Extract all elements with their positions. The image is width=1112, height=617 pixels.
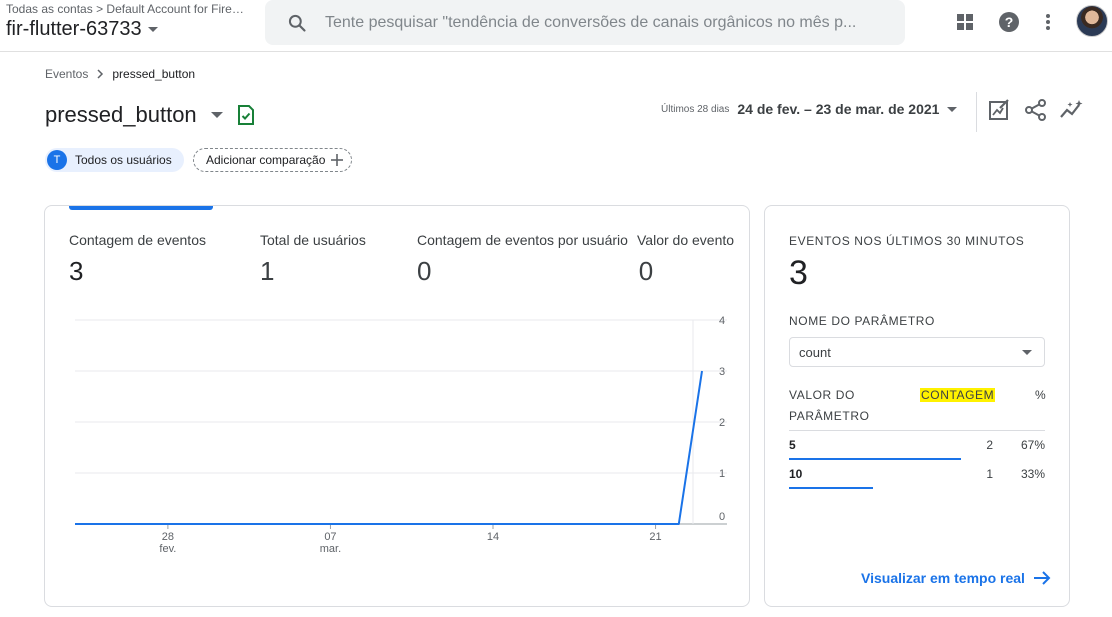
y-tick-label: 0 [719, 511, 725, 523]
breadcrumb-parent[interactable]: Eventos [45, 67, 88, 81]
row-count: 1 [986, 467, 993, 481]
date-range-label: Últimos 28 dias [661, 103, 730, 115]
x-tick-label: 21 [649, 531, 661, 543]
svg-text:?: ? [1005, 14, 1014, 30]
row-percent: 33% [1020, 467, 1045, 481]
property-name: fir-flutter-63733 [6, 18, 142, 40]
chevron-right-icon [97, 69, 104, 79]
avatar[interactable] [1076, 5, 1108, 37]
column-header-line: VALOR DO [789, 388, 855, 402]
verified-report-icon[interactable] [237, 105, 255, 125]
y-tick-label: 1 [719, 468, 725, 480]
param-name-label: NOME DO PARÂMETRO [789, 314, 935, 328]
date-range-value: 24 de fev. – 23 de mar. de 2021 [737, 101, 940, 117]
breadcrumb-root[interactable]: Todas as contas [6, 2, 93, 16]
event-count-line-chart: 0 1 2 3 4 28fev. 07mar. 14 21 [75, 315, 727, 555]
row-percent: 67% [1020, 438, 1045, 452]
search-input[interactable]: Tente pesquisar "tendência de conversões… [325, 14, 895, 32]
view-realtime-link[interactable]: Visualizar em tempo real [861, 570, 1051, 586]
plus-icon [331, 154, 344, 166]
column-header-percent: % [1035, 388, 1047, 402]
property-selector[interactable]: fir-flutter-63733 [6, 18, 158, 41]
page-title-text: pressed_button [45, 102, 197, 127]
add-comparison-button[interactable]: Adicionar comparação [193, 148, 353, 172]
help-icon[interactable]: ? [997, 10, 1021, 34]
x-tick-label: 28 [162, 531, 174, 543]
x-tick-sublabel: mar. [320, 543, 341, 555]
column-header-count[interactable]: CONTAGEM [920, 385, 996, 406]
table-row[interactable]: 5 2 67% [789, 431, 1045, 460]
column-header-param-value: VALOR DO PARÂMETRO [789, 385, 870, 427]
row-share-bar [789, 487, 873, 489]
caret-down-icon [147, 27, 158, 32]
add-comparison-label: Adicionar comparação [206, 153, 326, 167]
y-tick-label: 2 [719, 417, 725, 429]
realtime-card: EVENTOS NOS ÚLTIMOS 30 MINUTOS 3 NOME DO… [764, 205, 1070, 607]
events-chart-card: Contagem de eventos 3 Total de usuários … [44, 205, 750, 607]
param-name-select[interactable]: count [789, 337, 1045, 367]
top-app-bar: Todas as contas > Default Account for Fi… [0, 0, 1112, 52]
column-header-count-label: CONTAGEM [920, 388, 996, 402]
realtime-count: 3 [789, 254, 808, 292]
search-icon [288, 14, 306, 32]
breadcrumb-account[interactable]: Default Account for Fire… [106, 2, 243, 16]
column-header-line: PARÂMETRO [789, 409, 870, 423]
series-line [75, 370, 703, 525]
account-breadcrumb[interactable]: Todas as contas > Default Account for Fi… [6, 1, 256, 16]
x-tick-label: 07 [324, 531, 336, 543]
x-tick-sublabel: fev. [159, 543, 176, 555]
breadcrumb-current: pressed_button [112, 67, 196, 81]
segment-initial: T [47, 150, 67, 170]
apps-grid-icon[interactable] [953, 10, 977, 34]
segment-chip[interactable]: T Todos os usuários [45, 148, 184, 172]
more-vert-icon[interactable] [1036, 10, 1060, 34]
arrow-right-icon [1033, 571, 1051, 585]
row-count: 2 [986, 438, 993, 452]
search-bar[interactable]: Tente pesquisar "tendência de conversões… [265, 0, 905, 45]
x-tick-label: 14 [487, 531, 499, 543]
table-row[interactable]: 10 1 33% [789, 460, 1045, 489]
share-icon[interactable] [1025, 99, 1047, 121]
date-range-picker[interactable]: Últimos 28 dias 24 de fev. – 23 de mar. … [661, 101, 958, 117]
page-title: pressed_button [45, 102, 255, 128]
row-param-value: 5 [789, 438, 796, 452]
caret-down-icon [1022, 349, 1032, 355]
param-name-value: count [799, 344, 831, 360]
breadcrumb: Eventos pressed_button [45, 67, 195, 81]
caret-down-icon[interactable] [210, 112, 223, 118]
insights-icon[interactable] [1060, 99, 1084, 121]
segment-label: Todos os usuários [75, 153, 172, 167]
divider [976, 92, 977, 132]
y-tick-label: 4 [719, 315, 725, 327]
caret-down-icon [947, 106, 958, 112]
row-param-value: 10 [789, 467, 803, 481]
chevron-right-icon: > [96, 1, 104, 16]
realtime-title: EVENTOS NOS ÚLTIMOS 30 MINUTOS [789, 234, 1025, 248]
edit-report-icon[interactable] [988, 99, 1010, 121]
view-realtime-label: Visualizar em tempo real [861, 570, 1025, 586]
y-tick-label: 3 [719, 366, 725, 378]
